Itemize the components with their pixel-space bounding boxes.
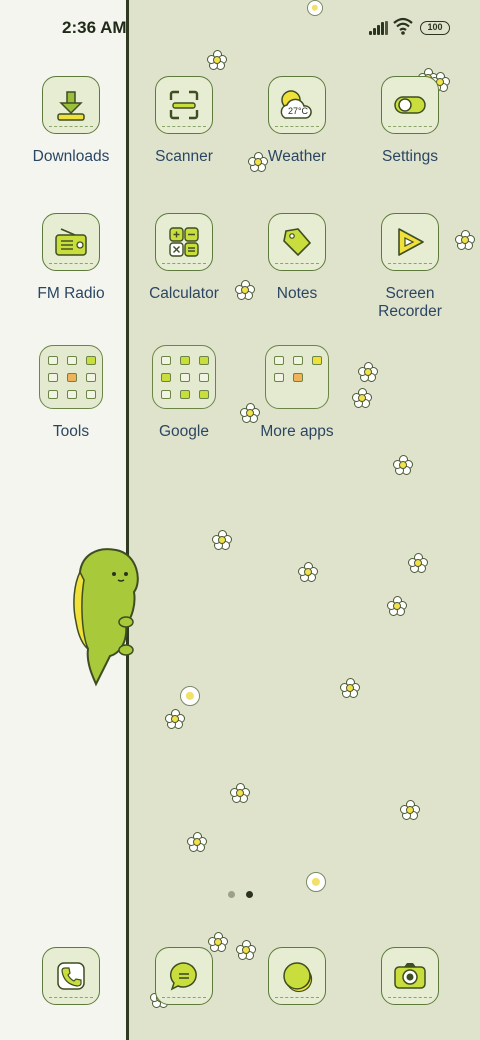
egg-decoration (180, 686, 200, 706)
messages-icon (155, 947, 213, 1005)
flower-decoration (400, 800, 420, 820)
dinosaur-decoration (73, 548, 139, 687)
app-screen-recorder[interactable]: Screen Recorder (354, 213, 466, 321)
folder-google[interactable]: Google (128, 345, 240, 441)
battery-indicator: 100 (420, 21, 450, 35)
app-weather[interactable]: 27°C Weather (241, 76, 353, 166)
flower-decoration (387, 596, 407, 616)
flower-decoration (393, 455, 413, 475)
wifi-icon (393, 17, 413, 35)
app-label: Settings (381, 148, 438, 165)
app-label: More apps (260, 423, 334, 440)
dock-camera[interactable] (354, 947, 466, 1005)
dock-browser[interactable] (241, 947, 353, 1005)
flower-decoration (408, 553, 428, 573)
radio-icon (42, 213, 100, 271)
app-label: Notes (276, 285, 318, 302)
dock-phone[interactable] (15, 947, 127, 1005)
flower-decoration (212, 530, 232, 550)
settings-icon (381, 76, 439, 134)
app-label: Scanner (155, 148, 213, 165)
dock-messages[interactable] (128, 947, 240, 1005)
tools-folder-icon (39, 345, 103, 409)
app-downloads[interactable]: Downloads (15, 76, 127, 166)
flower-decoration (340, 678, 360, 698)
scanner-icon (155, 76, 213, 134)
flower-decoration (352, 388, 372, 408)
app-fm-radio[interactable]: FM Radio (15, 213, 127, 303)
app-scanner[interactable]: Scanner (128, 76, 240, 166)
app-label: Google (159, 423, 209, 440)
flower-decoration (298, 562, 318, 582)
app-label: FM Radio (37, 285, 105, 302)
folder-more-apps[interactable]: More apps (241, 345, 353, 441)
google-folder-icon (152, 345, 216, 409)
flower-decoration (230, 783, 250, 803)
app-settings[interactable]: Settings (354, 76, 466, 166)
camera-icon (381, 947, 439, 1005)
flower-decoration (358, 362, 378, 382)
app-label: Screen Recorder (378, 285, 442, 320)
status-time: 2:36 AM (62, 18, 127, 37)
app-label: Downloads (32, 148, 110, 165)
signal-icon (369, 21, 389, 35)
app-notes[interactable]: Notes (241, 213, 353, 303)
page-dot-2[interactable] (246, 891, 253, 898)
browser-icon (268, 947, 326, 1005)
flower-decoration (187, 832, 207, 852)
phone-icon (42, 947, 100, 1005)
screen-recorder-icon (381, 213, 439, 271)
download-icon (42, 76, 100, 134)
app-label: Weather (267, 148, 327, 165)
notes-icon (268, 213, 326, 271)
svg-text:27°C: 27°C (288, 106, 309, 116)
flower-decoration (165, 709, 185, 729)
page-dot-1[interactable] (228, 891, 235, 898)
status-bar: 2:36 AM 100 (0, 0, 480, 56)
egg-decoration (306, 872, 326, 892)
more-apps-folder-icon (265, 345, 329, 409)
app-label: Tools (52, 423, 90, 440)
weather-icon: 27°C (268, 76, 326, 134)
page-indicator (228, 891, 258, 901)
app-calculator[interactable]: Calculator (128, 213, 240, 303)
folder-tools[interactable]: Tools (15, 345, 127, 441)
calculator-icon (155, 213, 213, 271)
app-label: Calculator (149, 285, 219, 302)
